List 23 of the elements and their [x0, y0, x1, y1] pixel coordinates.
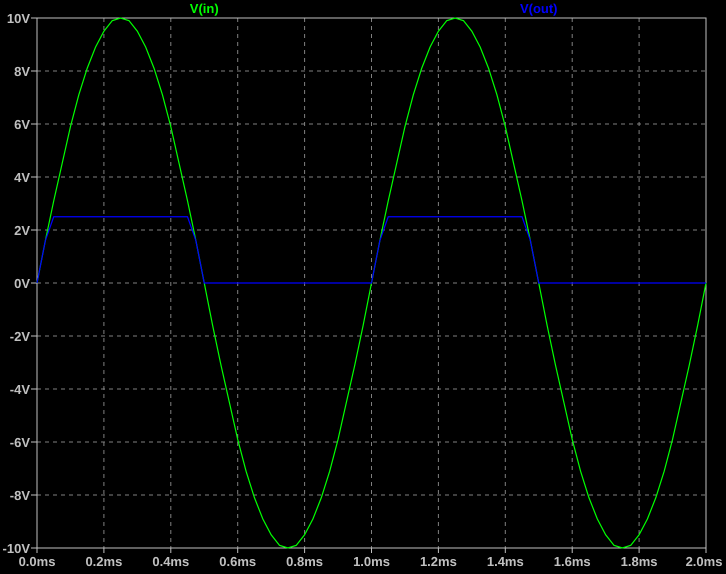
legend-label[interactable]: V(in): [190, 1, 219, 16]
axis-label: -4V: [10, 382, 30, 397]
axis-label: 1.6ms: [554, 554, 591, 569]
axis-label: -10V: [2, 541, 30, 556]
axis-label: 10V: [6, 11, 30, 26]
axis-label: 6V: [14, 117, 30, 132]
axis-label: 4V: [14, 170, 30, 185]
axis-label: 1.0ms: [353, 554, 390, 569]
axis-label: 0.4ms: [152, 554, 190, 569]
axis-label: 8V: [14, 64, 30, 79]
axis-label: -8V: [10, 488, 30, 503]
axis-label: -2V: [10, 329, 30, 344]
axis-label: -6V: [10, 435, 30, 450]
axis-label: 1.2ms: [420, 554, 457, 569]
axis-label: 0.0ms: [18, 554, 56, 569]
axis-label: 0V: [14, 276, 30, 291]
axis-label: 0.2ms: [85, 554, 122, 569]
axis-label: 2.0ms: [686, 554, 722, 569]
axis-label: 2V: [14, 223, 30, 238]
axis-label: 0.6ms: [219, 554, 256, 569]
axis-label: 0.8ms: [286, 554, 324, 569]
axis-label: 1.4ms: [486, 554, 524, 569]
axis-label: 1.8ms: [620, 554, 658, 569]
